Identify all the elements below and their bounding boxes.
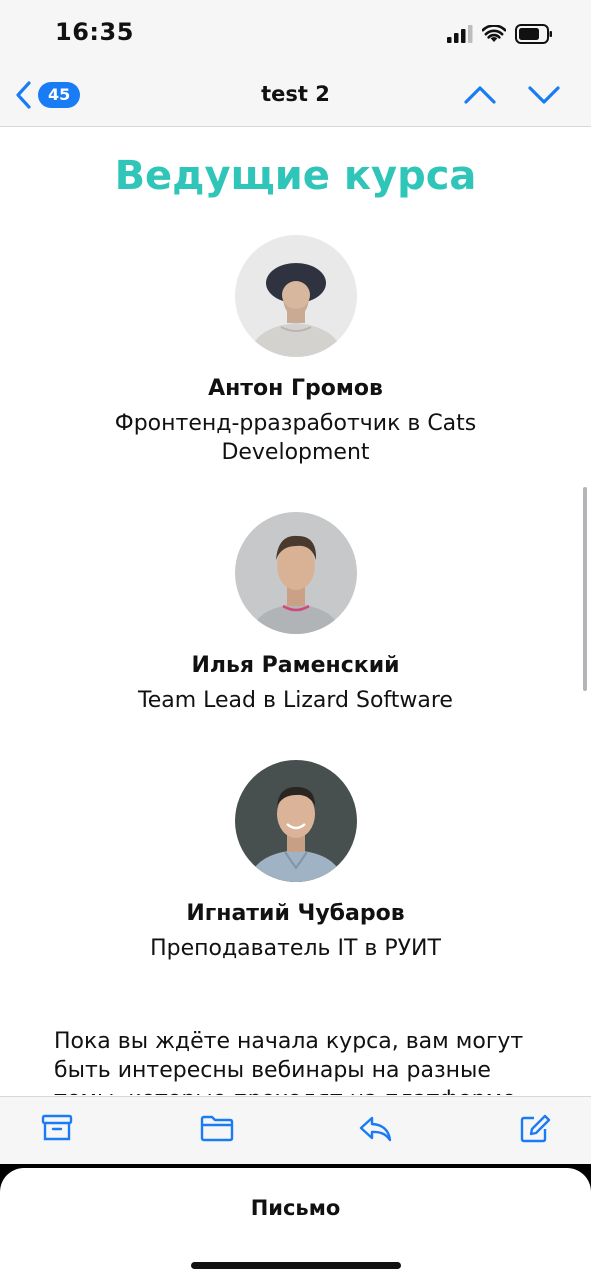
mail-toolbar	[0, 1096, 591, 1165]
email-body[interactable]: Ведущие курса Антон Громов Фронтенд-рраз…	[0, 127, 591, 1095]
speaker-role: Преподаватель IT в РУИТ	[150, 936, 441, 961]
battery-icon	[515, 24, 552, 44]
bottom-sheet[interactable]: Письмо	[0, 1168, 591, 1280]
speaker-name: Илья Раменский	[191, 653, 400, 678]
folder-icon[interactable]	[199, 1113, 235, 1143]
section-title: Ведущие курса	[114, 153, 477, 199]
next-message-button[interactable]	[527, 82, 561, 108]
speaker-card: Илья Раменский Team Lead в Lizard Softwa…	[0, 512, 591, 715]
message-navigation	[463, 82, 561, 108]
archive-icon[interactable]	[40, 1113, 74, 1143]
sheet-title: Письмо	[250, 1196, 341, 1220]
speaker-card: Антон Громов Фронтенд-рразработчик в Cat…	[0, 235, 591, 467]
status-icons	[447, 22, 553, 46]
avatar	[234, 760, 357, 882]
speaker-name: Игнатий Чубаров	[186, 901, 405, 926]
previous-message-button[interactable]	[463, 82, 497, 108]
speaker-role: Team Lead в Lizard Software	[138, 688, 453, 713]
intro-paragraph: Пока вы ждёте начала курса, вам могут бы…	[54, 1029, 524, 1095]
speaker-role: Фронтенд-рразработчик в Cats Development	[114, 411, 477, 465]
unread-count-badge: 45	[38, 82, 81, 108]
back-button[interactable]: 45	[14, 80, 81, 110]
avatar	[234, 235, 357, 357]
status-time: 16:35	[55, 18, 134, 46]
speaker-name: Антон Громов	[208, 376, 383, 401]
avatar	[234, 512, 357, 634]
chevron-left-icon	[16, 81, 31, 109]
reply-icon[interactable]	[357, 1113, 393, 1143]
home-indicator[interactable]	[191, 1262, 401, 1269]
nav-bar: test 2 45	[0, 66, 591, 127]
cellular-signal-icon	[447, 25, 473, 43]
compose-icon[interactable]	[518, 1113, 552, 1145]
status-bar: 16:35	[0, 0, 591, 66]
speaker-card: Игнатий Чубаров Преподаватель IT в РУИТ	[0, 760, 591, 963]
scrollbar[interactable]	[583, 487, 587, 691]
wifi-icon	[482, 25, 506, 42]
